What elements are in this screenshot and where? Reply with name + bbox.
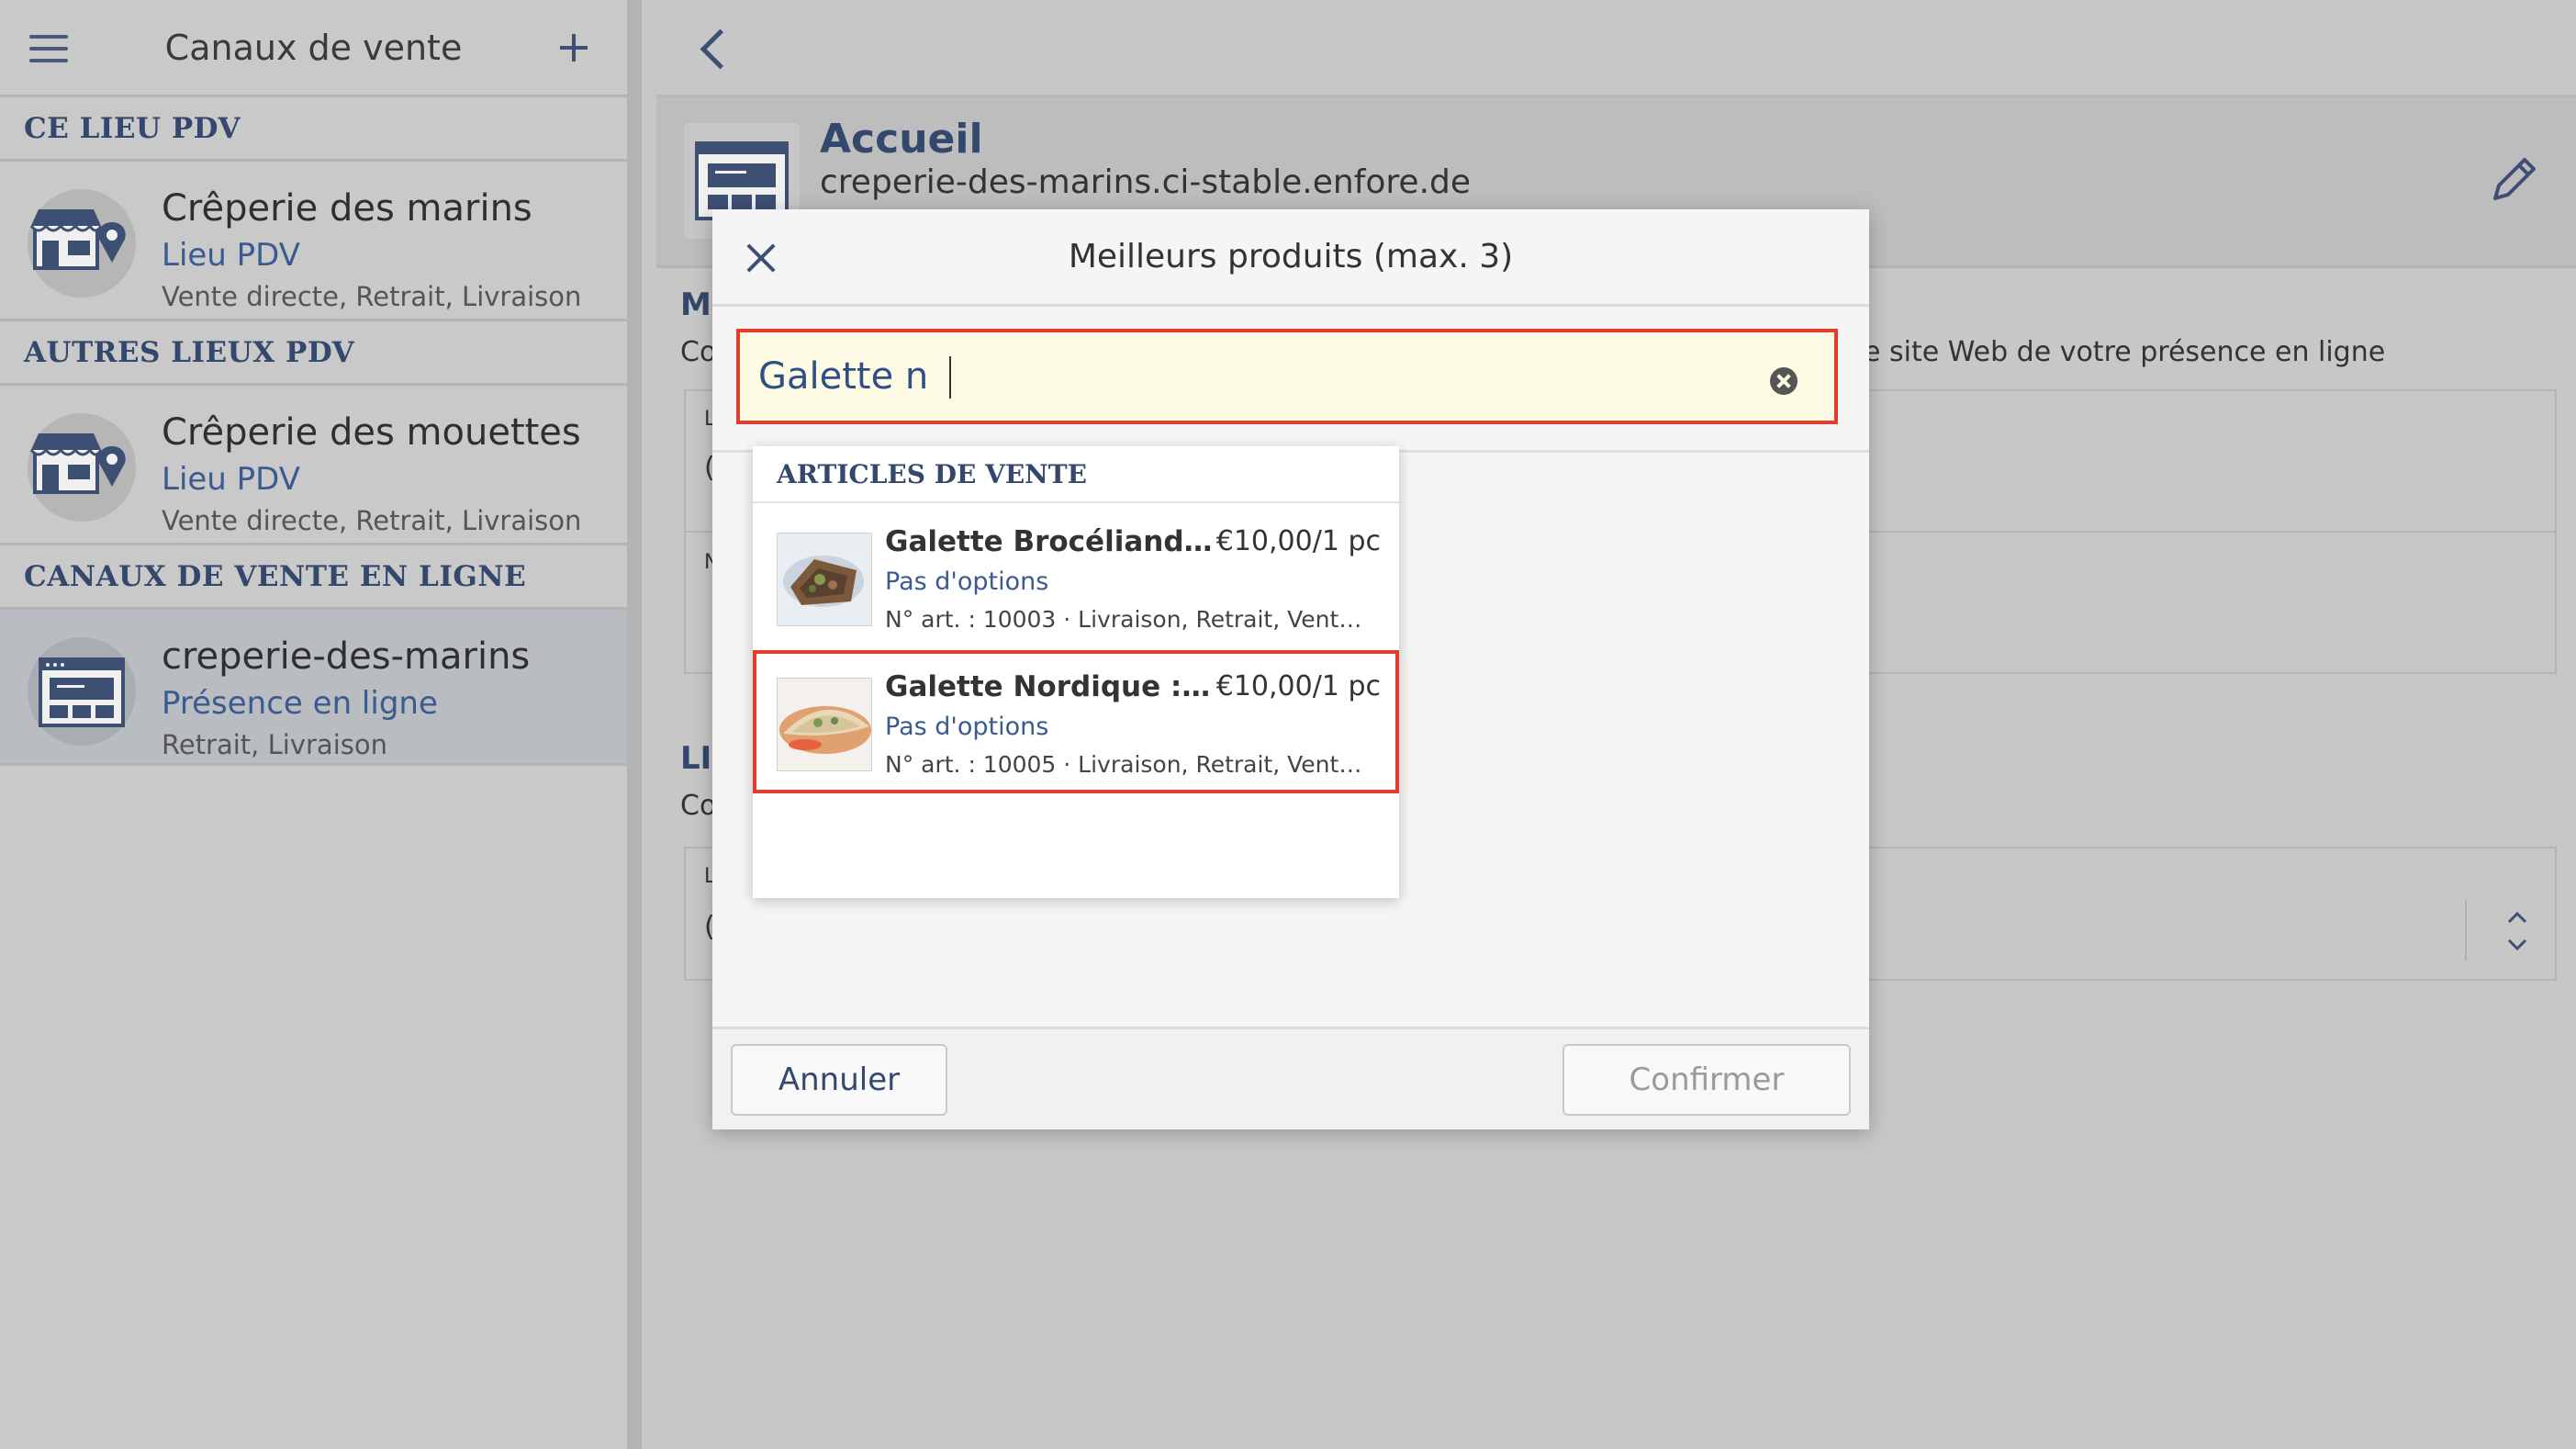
confirm-button[interactable]: Confirmer: [1562, 1044, 1851, 1116]
product-info: N° art. : 10003 · Livraison, Retrait, Ve…: [885, 606, 1372, 633]
section-heading-fragment: LI: [680, 740, 712, 777]
product-name: Galette Brocéliande : r...: [885, 525, 1215, 558]
back-icon[interactable]: [695, 29, 732, 66]
sidebar-item-type: Lieu PDV: [162, 237, 301, 274]
divider: [2465, 900, 2467, 960]
sidebar-item-creperie-des-marins[interactable]: Crêperie des marins Lieu PDV Vente direc…: [0, 162, 627, 321]
sidebar-item-subtitle: Vente directe, Retrait, Livraison: [162, 505, 582, 536]
sidebar-item-name: Crêperie des mouettes: [162, 411, 581, 454]
text-fragment: Co: [680, 336, 717, 368]
product-options: Pas d'options: [885, 567, 1049, 596]
edit-icon[interactable]: [2486, 152, 2541, 208]
site-url: creperie-des-marins.ci-stable.enfore.de: [820, 163, 1472, 201]
product-price: €10,00/1 pc: [1215, 670, 1381, 702]
search-field[interactable]: [736, 329, 1838, 424]
sidebar-item-creperie-des-mouettes[interactable]: Crêperie des mouettes Lieu PDV Vente dir…: [0, 386, 627, 545]
sidebar-title: Canaux de vente: [164, 27, 463, 68]
sidebar-item-name: creperie-des-marins: [162, 635, 531, 678]
section-header: CE LIEU PDV: [0, 97, 627, 162]
text-cursor: [949, 356, 951, 399]
product-thumbnail: [777, 533, 872, 626]
section-header: CANAUX DE VENTE EN LIGNE: [0, 545, 627, 610]
dialog-footer: Annuler Confirmer: [712, 1027, 1869, 1129]
menu-icon[interactable]: [29, 35, 68, 62]
product-options: Pas d'options: [885, 713, 1049, 741]
sidebar-item-name: Crêperie des marins: [162, 187, 532, 230]
text-fragment: Co: [680, 790, 717, 822]
cancel-button[interactable]: Annuler: [731, 1044, 947, 1116]
page-title: Accueil: [820, 116, 983, 163]
product-price: €10,00/1 pc: [1215, 525, 1381, 557]
dialog-header: Meilleurs produits (max. 3): [712, 209, 1869, 307]
section-heading-fragment: M: [680, 286, 711, 323]
search-input[interactable]: [758, 342, 1750, 411]
store-location-icon: [28, 413, 136, 522]
close-icon[interactable]: [745, 242, 777, 274]
website-icon: [28, 637, 136, 746]
results-section-header: ARTICLES DE VENTE: [753, 446, 1399, 503]
search-results-dropdown: ARTICLES DE VENTE Galette Brocéliande : …: [753, 446, 1399, 898]
section-description: e site Web de votre présence en ligne: [1864, 336, 2386, 368]
main-toolbar: [656, 0, 2576, 97]
result-item-selected[interactable]: Galette Nordique : sau... €10,00/1 pc Pa…: [753, 650, 1399, 793]
sidebar-header: Canaux de vente: [0, 0, 627, 97]
result-item[interactable]: Galette Brocéliande : r... €10,00/1 pc P…: [753, 505, 1399, 648]
sidebar-item-type: Présence en ligne: [162, 685, 438, 722]
product-info: N° art. : 10005 · Livraison, Retrait, Ve…: [885, 751, 1372, 778]
sidebar-item-subtitle: Vente directe, Retrait, Livraison: [162, 281, 582, 312]
clear-icon[interactable]: [1770, 367, 1798, 395]
sidebar-item-subtitle: Retrait, Livraison: [162, 729, 387, 760]
product-thumbnail: [777, 678, 872, 771]
sidebar-item-creperie-des-marins-online[interactable]: creperie-des-marins Présence en ligne Re…: [0, 610, 627, 766]
stepper-icon[interactable]: [2503, 905, 2531, 957]
dialog-title: Meilleurs produits (max. 3): [1068, 238, 1514, 275]
product-name: Galette Nordique : sau...: [885, 670, 1215, 703]
store-location-icon: [28, 189, 136, 298]
sidebar-item-type: Lieu PDV: [162, 461, 301, 498]
add-channel-icon[interactable]: [557, 31, 590, 64]
sidebar: Canaux de vente CE LIEU PDV Crêperie des…: [0, 0, 642, 1449]
section-header: AUTRES LIEUX PDV: [0, 321, 627, 386]
